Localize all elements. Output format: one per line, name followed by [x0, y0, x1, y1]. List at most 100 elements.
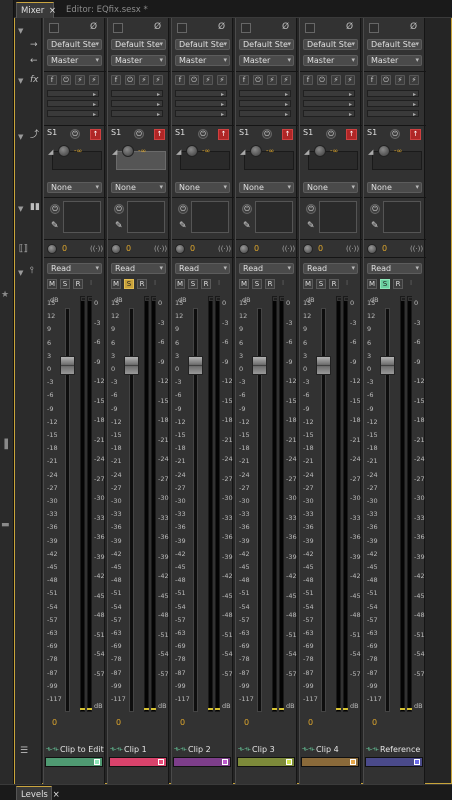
- fx-prepost-icon[interactable]: ⚡: [139, 75, 149, 85]
- track-color-bar[interactable]: [301, 757, 359, 767]
- phase-invert-icon[interactable]: Ø: [90, 22, 97, 32]
- clip-indicator[interactable]: [216, 297, 221, 301]
- color-swatch[interactable]: [222, 759, 228, 765]
- send-volume-knob[interactable]: [250, 145, 262, 157]
- clip-indicator[interactable]: [280, 297, 285, 301]
- fx-toggle-icon[interactable]: f: [367, 75, 377, 85]
- fx-rack-slot[interactable]: ▸: [303, 110, 355, 118]
- power-icon[interactable]: ⏻: [178, 204, 188, 214]
- track-color-bar[interactable]: [45, 757, 103, 767]
- phase-invert-icon[interactable]: Ø: [154, 22, 161, 32]
- mute-button[interactable]: M: [111, 279, 121, 289]
- pan-knob[interactable]: [47, 244, 57, 254]
- pan-knob[interactable]: [111, 244, 121, 254]
- fx-prepost-icon[interactable]: ⚡: [153, 75, 163, 85]
- fx-rack-slot[interactable]: ▸: [239, 90, 291, 98]
- fx-rack-slot[interactable]: ▸: [175, 100, 227, 108]
- fx-prepost-icon[interactable]: ⚡: [395, 75, 405, 85]
- fx-power-icon[interactable]: ⏻: [253, 75, 263, 85]
- output-select[interactable]: Master: [175, 55, 230, 66]
- prepost-icon[interactable]: ↑: [218, 129, 229, 140]
- fx-rack-slot[interactable]: ▸: [47, 110, 99, 118]
- power-icon[interactable]: ⏻: [50, 204, 60, 214]
- monitor-input-button[interactable]: I: [150, 279, 160, 289]
- input-toggle[interactable]: [113, 23, 123, 33]
- fx-power-icon[interactable]: ⏻: [381, 75, 391, 85]
- fx-toggle-icon[interactable]: f: [175, 75, 185, 85]
- collapse-triangle-icon[interactable]: ▼: [18, 132, 23, 142]
- pencil-icon[interactable]: ✎: [179, 221, 187, 231]
- prepost-icon[interactable]: ↑: [90, 129, 101, 140]
- fx-prepost-icon[interactable]: ⚡: [203, 75, 213, 85]
- input-select[interactable]: Default Ste: [239, 39, 294, 50]
- fx-rack-slot[interactable]: ▸: [367, 110, 419, 118]
- fx-prepost-icon[interactable]: ⚡: [217, 75, 227, 85]
- phase-invert-icon[interactable]: Ø: [282, 22, 289, 32]
- eq-graph[interactable]: [319, 201, 357, 233]
- pan-knob[interactable]: [239, 244, 249, 254]
- prepost-icon[interactable]: ↑: [346, 129, 357, 140]
- fx-rack-slot[interactable]: ▸: [367, 90, 419, 98]
- fx-toggle-icon[interactable]: f: [47, 75, 57, 85]
- automation-select[interactable]: Read: [175, 263, 230, 274]
- power-icon[interactable]: ⏻: [390, 129, 400, 139]
- fx-power-icon[interactable]: ⏻: [61, 75, 71, 85]
- fx-rack-slot[interactable]: ▸: [47, 90, 99, 98]
- fx-rack-slot[interactable]: ▸: [175, 110, 227, 118]
- fx-prepost-icon[interactable]: ⚡: [267, 75, 277, 85]
- send-bus-select[interactable]: None: [111, 182, 166, 193]
- track-list-icon[interactable]: ☰: [20, 746, 28, 756]
- fx-rack-slot[interactable]: ▸: [111, 110, 163, 118]
- volume-fader[interactable]: [60, 356, 75, 375]
- pencil-icon[interactable]: ✎: [115, 221, 123, 231]
- send-bus-select[interactable]: None: [47, 182, 102, 193]
- power-icon[interactable]: ⏻: [242, 204, 252, 214]
- power-icon[interactable]: ⏻: [70, 129, 80, 139]
- mute-button[interactable]: M: [303, 279, 313, 289]
- clip-indicator[interactable]: [337, 297, 342, 301]
- stereo-icon[interactable]: ((·)): [218, 245, 231, 253]
- color-swatch[interactable]: [414, 759, 420, 765]
- send-bus-select[interactable]: None: [175, 182, 230, 193]
- fx-toggle-icon[interactable]: f: [111, 75, 121, 85]
- send-volume-knob[interactable]: [58, 145, 70, 157]
- fx-power-icon[interactable]: ⏻: [189, 75, 199, 85]
- monitor-input-button[interactable]: I: [406, 279, 416, 289]
- track-name[interactable]: ⟛⟛ Clip 2: [174, 743, 231, 756]
- input-select[interactable]: Default Ste: [111, 39, 166, 50]
- fx-prepost-icon[interactable]: ⚡: [331, 75, 341, 85]
- power-icon[interactable]: ⏻: [370, 204, 380, 214]
- fx-prepost-icon[interactable]: ⚡: [281, 75, 291, 85]
- track-color-bar[interactable]: [365, 757, 423, 767]
- output-select[interactable]: Master: [239, 55, 294, 66]
- input-toggle[interactable]: [241, 23, 251, 33]
- input-select[interactable]: Default Ste: [303, 39, 358, 50]
- send-bus-select[interactable]: None: [367, 182, 422, 193]
- tab-levels[interactable]: Levels ×: [16, 786, 60, 800]
- fx-rack-slot[interactable]: ▸: [367, 100, 419, 108]
- automation-select[interactable]: Read: [47, 263, 102, 274]
- record-button[interactable]: R: [201, 279, 211, 289]
- pan-knob[interactable]: [367, 244, 377, 254]
- mute-button[interactable]: M: [367, 279, 377, 289]
- volume-fader[interactable]: [380, 356, 395, 375]
- prepost-icon[interactable]: ↑: [410, 129, 421, 140]
- clip-indicator[interactable]: [152, 297, 157, 301]
- pencil-icon[interactable]: ✎: [307, 221, 315, 231]
- collapse-triangle-icon[interactable]: ▼: [18, 76, 23, 86]
- color-swatch[interactable]: [158, 759, 164, 765]
- pan-knob[interactable]: [175, 244, 185, 254]
- clip-indicator[interactable]: [344, 297, 349, 301]
- send-volume-knob[interactable]: [122, 145, 134, 157]
- fx-prepost-icon[interactable]: ⚡: [75, 75, 85, 85]
- clip-indicator[interactable]: [273, 297, 278, 301]
- mute-button[interactable]: M: [175, 279, 185, 289]
- track-name[interactable]: ⟛⟛ Clip to Edit: [46, 743, 104, 756]
- clip-indicator[interactable]: [88, 297, 93, 301]
- solo-button[interactable]: S: [316, 279, 326, 289]
- monitor-input-button[interactable]: I: [86, 279, 96, 289]
- send-volume-knob[interactable]: [314, 145, 326, 157]
- send-volume-knob[interactable]: [186, 145, 198, 157]
- close-icon[interactable]: ×: [53, 790, 60, 800]
- record-button[interactable]: R: [137, 279, 147, 289]
